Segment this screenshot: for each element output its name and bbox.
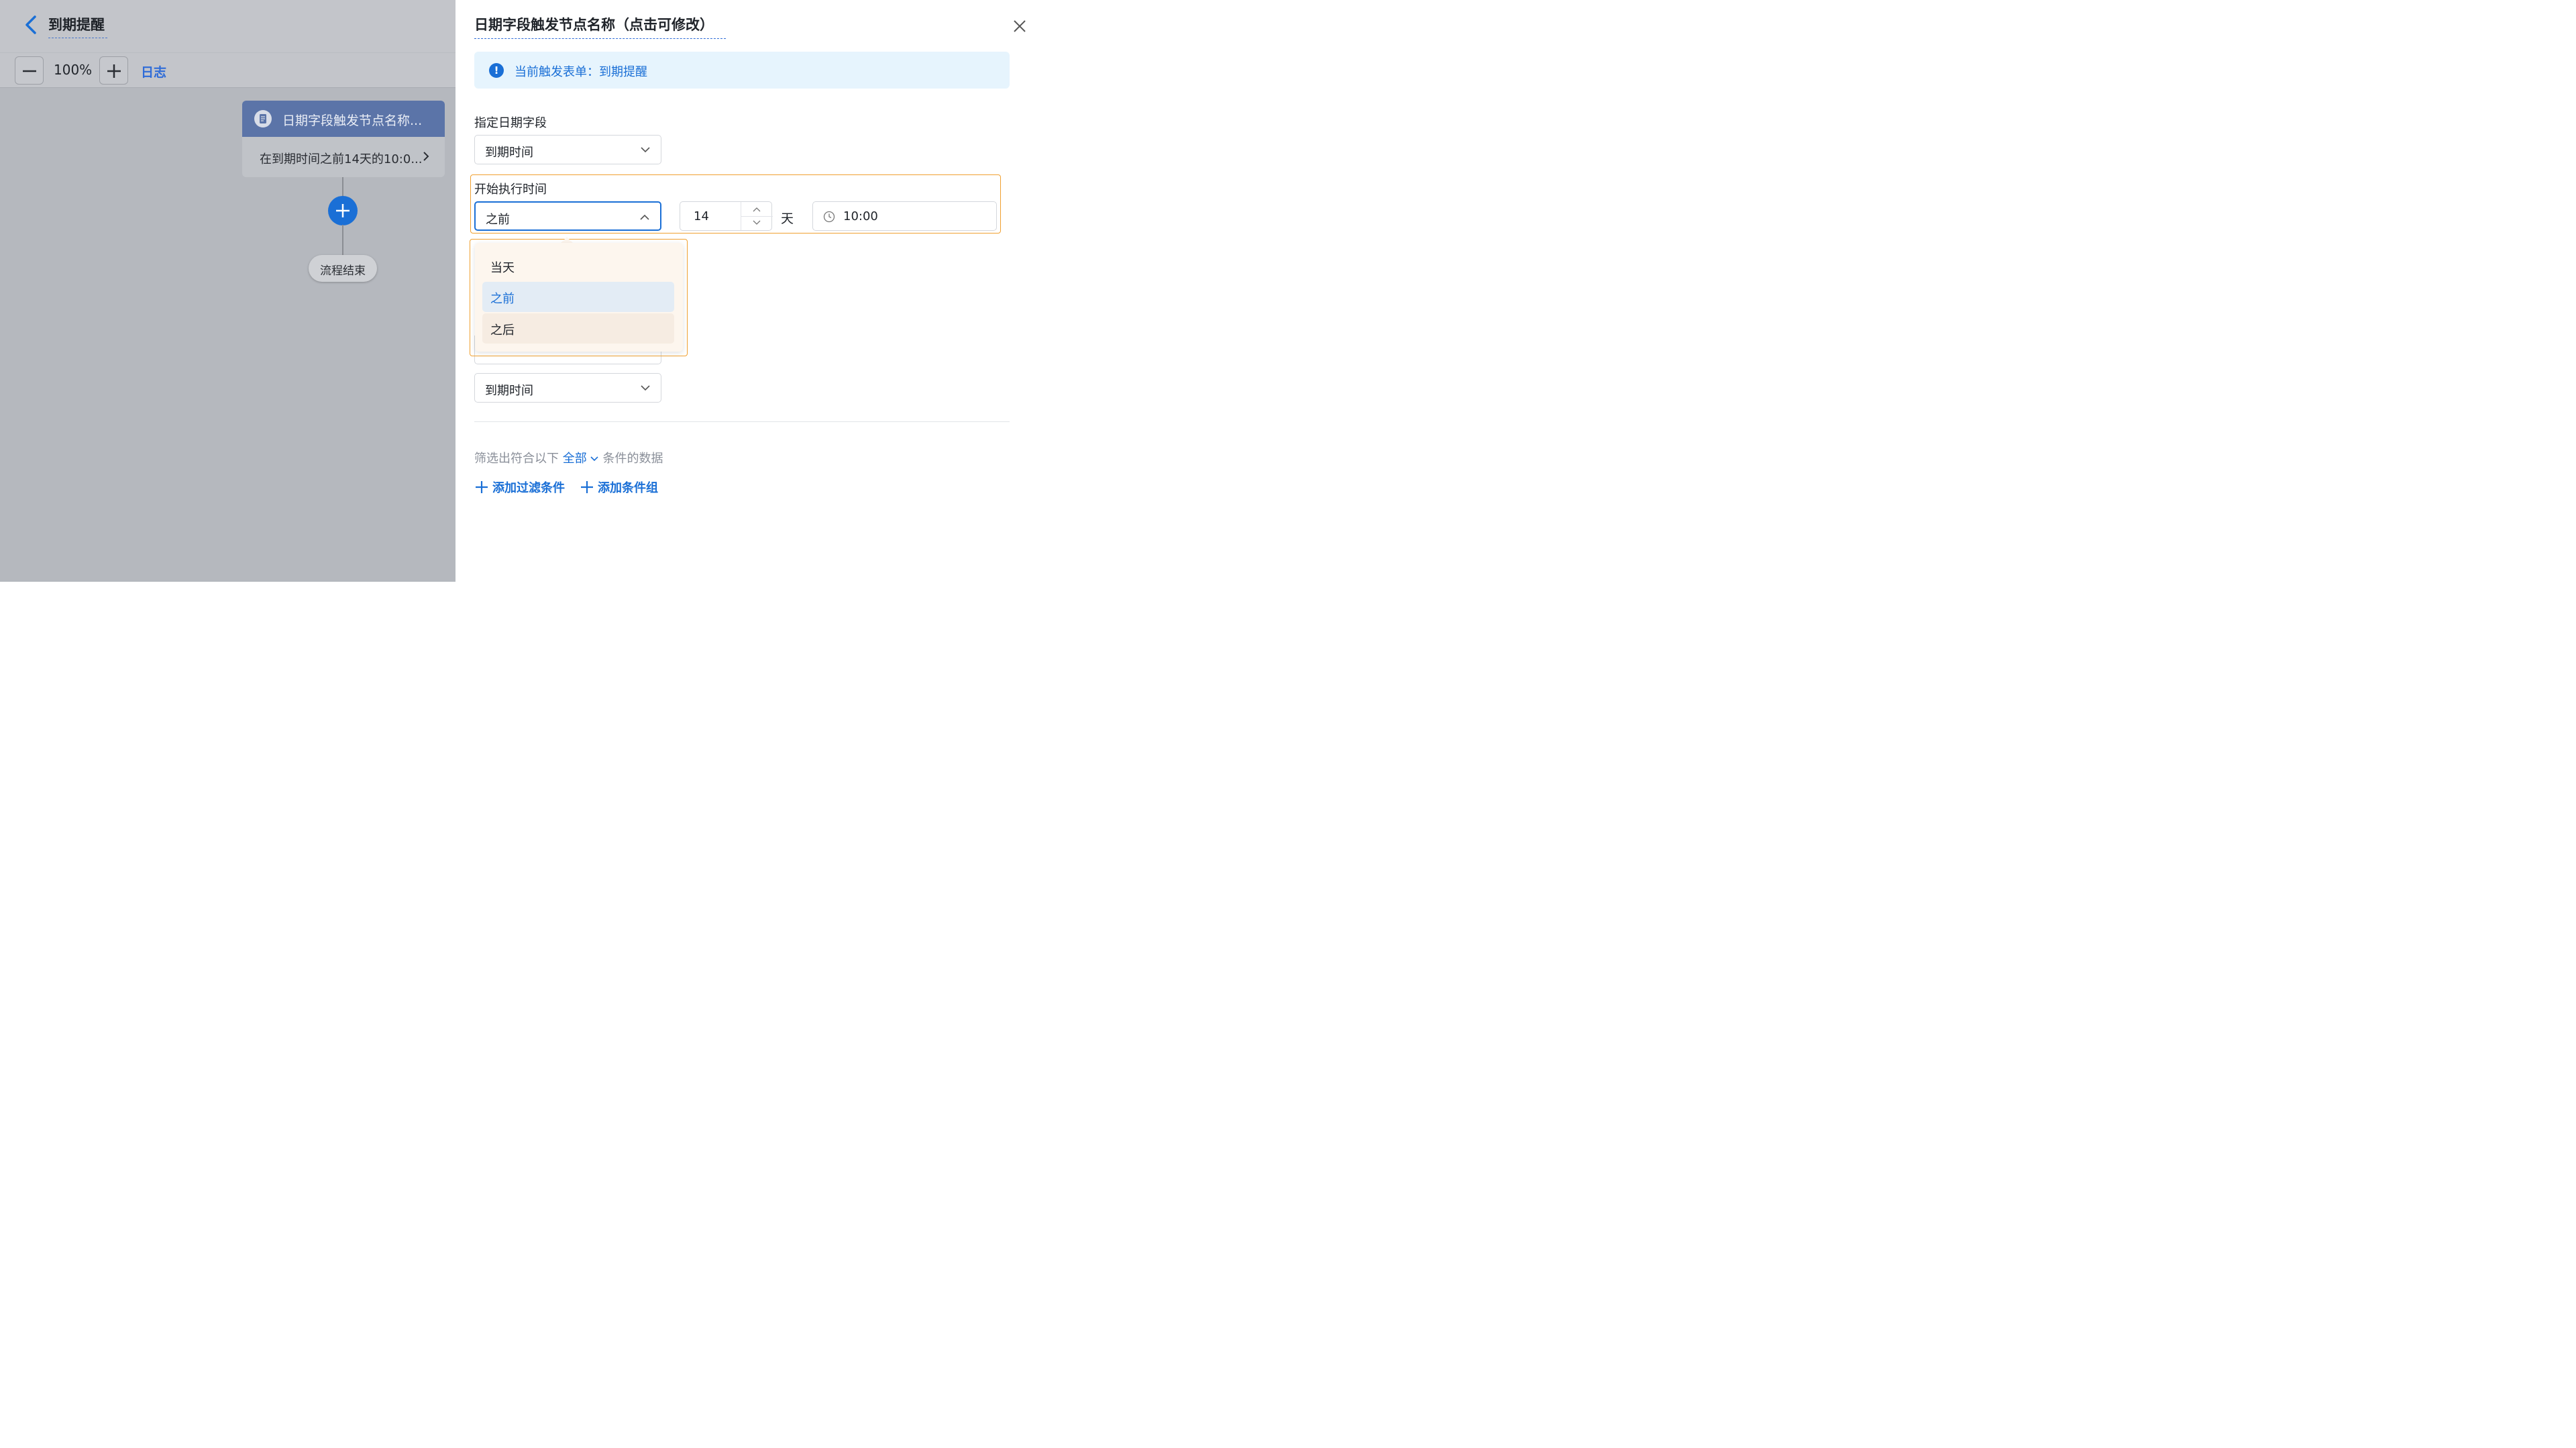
- zoom-level: 100%: [54, 62, 93, 78]
- panel-title-underline: [474, 38, 726, 39]
- trigger-node-header: 日期字段触发节点名称...: [242, 101, 445, 137]
- chevron-down-icon: [590, 456, 598, 462]
- end-node-label: 流程结束: [320, 264, 366, 278]
- info-icon: !: [489, 63, 504, 78]
- zoom-in-button[interactable]: [99, 56, 128, 85]
- second-date-value: 到期时间: [485, 384, 533, 398]
- flow-connector: [342, 225, 343, 256]
- time-value: 10:00: [843, 209, 878, 223]
- filter-scope-value: 全部: [562, 452, 587, 466]
- back-arrow-icon[interactable]: [23, 15, 39, 38]
- end-node[interactable]: 流程结束: [309, 255, 377, 282]
- filter-sentence: 筛选出符合以下 全部 条件的数据: [474, 449, 663, 466]
- divider: [474, 421, 1010, 422]
- clock-icon: [823, 211, 835, 223]
- increment-icon[interactable]: [753, 207, 761, 212]
- panel-title[interactable]: 日期字段触发节点名称（点击可修改）: [474, 14, 714, 34]
- add-node-button[interactable]: [328, 196, 358, 225]
- start-time-label: 开始执行时间: [474, 183, 547, 197]
- add-group-button[interactable]: 添加条件组: [580, 478, 658, 496]
- add-filter-button[interactable]: 添加过滤条件: [475, 478, 565, 496]
- add-filter-label: 添加过滤条件: [492, 481, 565, 495]
- date-field-label: 指定日期字段: [474, 116, 547, 130]
- filter-scope-dropdown[interactable]: 全部: [563, 452, 599, 466]
- stepper-divider: [741, 216, 773, 217]
- close-icon[interactable]: [1012, 19, 1027, 36]
- chevron-down-icon: [641, 147, 650, 153]
- option-same-day[interactable]: 当天: [482, 251, 674, 281]
- add-group-label: 添加条件组: [598, 481, 658, 495]
- plus-icon: [581, 481, 593, 493]
- date-field-select[interactable]: 到期时间: [474, 135, 661, 164]
- second-date-select[interactable]: 到期时间: [474, 373, 661, 403]
- decrement-icon[interactable]: [753, 220, 761, 225]
- trigger-node-title: 日期字段触发节点名称...: [282, 113, 423, 128]
- time-picker[interactable]: 10:00: [812, 201, 997, 231]
- chevron-right-icon: [422, 150, 430, 165]
- flow-connector: [342, 177, 343, 197]
- chevron-down-icon: [641, 385, 650, 391]
- trigger-node[interactable]: 日期字段触发节点名称... 在到期时间之前14天的10:0...: [242, 101, 445, 177]
- option-label: 当天: [490, 261, 515, 275]
- chevron-up-icon: [640, 214, 649, 220]
- trigger-node-description: 在到期时间之前14天的10:0...: [260, 152, 423, 166]
- days-stepper[interactable]: 14: [680, 201, 773, 231]
- filter-suffix: 条件的数据: [602, 452, 663, 466]
- info-banner: ! 当前触发表单：到期提醒: [474, 52, 1010, 89]
- filter-prefix: 筛选出符合以下: [474, 452, 559, 466]
- log-link[interactable]: 日志: [141, 62, 166, 81]
- relation-value: 之前: [486, 213, 510, 227]
- stepper-controls: [741, 202, 773, 230]
- days-value: 14: [694, 209, 709, 223]
- day-unit: 天: [781, 211, 794, 226]
- document-icon: [254, 110, 272, 127]
- option-before[interactable]: 之前: [482, 282, 674, 312]
- relation-dropdown: 当天 之前 之后: [475, 243, 683, 352]
- relation-select[interactable]: 之前: [474, 201, 661, 231]
- zoom-out-button[interactable]: [15, 56, 44, 85]
- info-text: 当前触发表单：到期提醒: [515, 65, 647, 79]
- plus-icon: [476, 481, 488, 493]
- option-after[interactable]: 之后: [482, 313, 674, 344]
- option-label: 之后: [490, 323, 515, 338]
- date-field-value: 到期时间: [485, 146, 533, 160]
- page-title[interactable]: 到期提醒: [48, 14, 105, 34]
- option-label: 之前: [490, 292, 515, 306]
